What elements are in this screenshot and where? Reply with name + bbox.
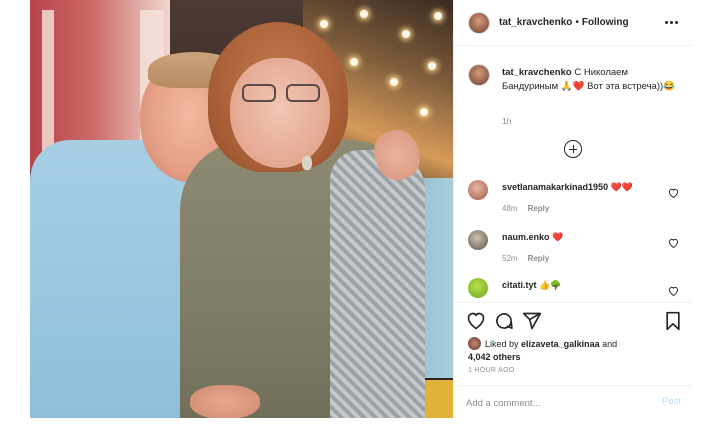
comment-item: citati.tyt 👍🌳 xyxy=(468,278,683,302)
reply-button[interactable]: Reply xyxy=(528,254,550,263)
comment-icon[interactable] xyxy=(494,311,516,333)
likes-count[interactable]: 4,042 others xyxy=(468,352,521,362)
instagram-post: tat_kravchenko • Following tat_kravchenk… xyxy=(30,0,691,418)
comment-meta: 48m Reply xyxy=(502,204,559,213)
likes-prefix: Liked by xyxy=(485,339,519,349)
comment-avatar[interactable] xyxy=(468,230,488,250)
comment-body: 👍🌳 xyxy=(539,280,562,290)
post-sidebar: tat_kravchenko • Following tat_kravchenk… xyxy=(453,0,691,418)
caption-time[interactable]: 1h xyxy=(502,116,511,126)
heart-icon[interactable] xyxy=(668,286,679,296)
stage-light xyxy=(320,20,328,28)
share-icon[interactable] xyxy=(522,311,544,333)
likes-summary: Liked by elizaveta_galkinaa and 4,042 ot… xyxy=(468,337,683,364)
comment-text: naum.enko ❤️ xyxy=(502,232,563,243)
backdrop-stripe xyxy=(42,10,54,160)
bookmark-icon[interactable] xyxy=(664,311,686,333)
comment-body: ❤️ xyxy=(552,232,564,242)
woman-sleeve xyxy=(330,150,425,418)
caption-username[interactable]: tat_kravchenko xyxy=(502,67,572,78)
hand xyxy=(190,385,260,418)
glasses xyxy=(242,84,324,104)
stage-light xyxy=(350,58,358,66)
caption-text: tat_kravchenko С Николаем Бандуриным 🙏❤️… xyxy=(502,66,680,94)
comment-text: svetlanamakarkinad1950 ❤️❤️ xyxy=(502,182,633,193)
author-avatar[interactable] xyxy=(468,11,490,34)
comment-meta: 52m Reply xyxy=(502,254,559,263)
heart-icon[interactable] xyxy=(668,188,679,198)
stage-light xyxy=(402,30,410,38)
more-icon[interactable] xyxy=(665,16,679,28)
comment-item: naum.enko ❤️ 52m Reply xyxy=(468,230,683,270)
heart-icon[interactable] xyxy=(668,238,679,248)
comment-text: citati.tyt 👍🌳 xyxy=(502,280,561,291)
brooch xyxy=(302,156,312,170)
following-button[interactable]: Following xyxy=(582,17,629,28)
liker-avatar[interactable] xyxy=(468,337,481,350)
stage-light xyxy=(428,62,436,70)
stage-light xyxy=(390,78,398,86)
comment-username[interactable]: svetlanamakarkinad1950 xyxy=(502,182,608,192)
post-header: tat_kravchenko • Following xyxy=(454,0,691,46)
post-timestamp[interactable]: 1 HOUR AGO xyxy=(468,367,515,374)
author-username[interactable]: tat_kravchenko xyxy=(499,17,572,28)
stage-light xyxy=(434,12,442,20)
reply-button[interactable]: Reply xyxy=(528,204,550,213)
caption-avatar[interactable] xyxy=(468,64,490,86)
post-comment-button[interactable]: Post xyxy=(662,396,681,407)
post-photo[interactable] xyxy=(30,0,453,418)
post-actions: Liked by elizaveta_galkinaa and 4,042 ot… xyxy=(454,302,691,418)
heart-icon[interactable] xyxy=(466,311,488,333)
comment-input[interactable] xyxy=(466,395,636,411)
comment-username[interactable]: citati.tyt xyxy=(502,280,537,290)
add-comments-icon[interactable] xyxy=(564,140,582,158)
comment-username[interactable]: naum.enko xyxy=(502,232,550,242)
separator-dot: • xyxy=(575,17,579,28)
comments-list[interactable]: tat_kravchenko С Николаем Бандуриным 🙏❤️… xyxy=(454,46,691,302)
comment-avatar[interactable] xyxy=(468,180,488,200)
stage-light xyxy=(360,10,368,18)
comment-item: svetlanamakarkinad1950 ❤️❤️ 48m Reply xyxy=(468,180,683,220)
woman-face xyxy=(230,58,330,168)
stage-light xyxy=(420,108,428,116)
comment-avatar[interactable] xyxy=(468,278,488,298)
comment-body: ❤️❤️ xyxy=(610,182,634,192)
likes-joiner: and xyxy=(602,339,618,349)
liker-username[interactable]: elizaveta_galkinaa xyxy=(521,339,600,349)
comment-time[interactable]: 52m xyxy=(502,254,518,263)
add-comment-row: Post xyxy=(454,385,691,419)
comment-time[interactable]: 48m xyxy=(502,204,518,213)
